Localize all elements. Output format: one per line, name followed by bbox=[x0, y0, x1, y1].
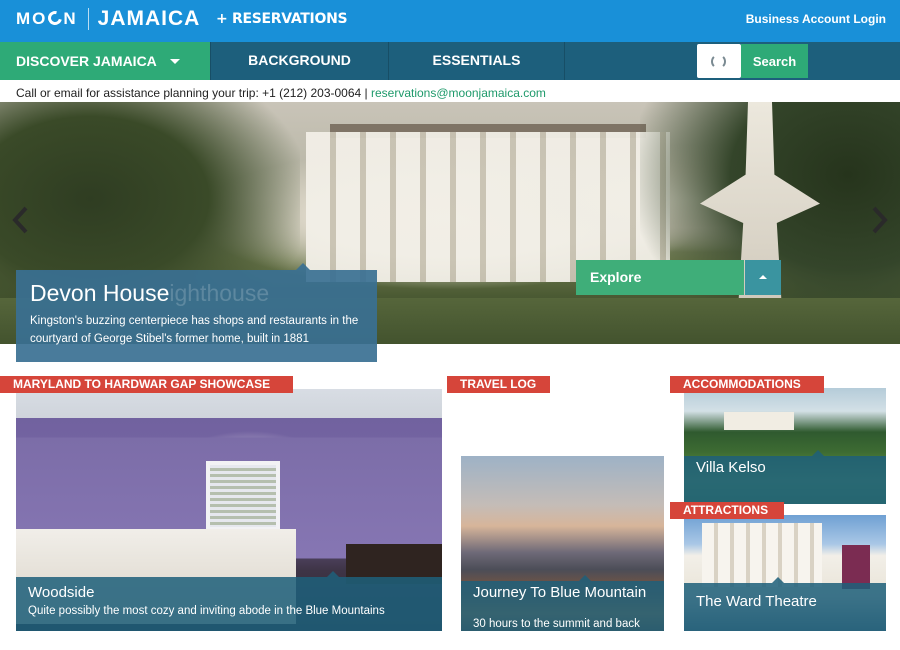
card-caption: Villa Kelso bbox=[684, 450, 886, 504]
tag-accommodations[interactable]: ACCOMMODATIONS bbox=[670, 376, 824, 393]
card-woodside[interactable]: Woodside Quite possibly the most cozy an… bbox=[16, 389, 442, 631]
refresh-button[interactable] bbox=[697, 44, 741, 78]
carousel-prev-button[interactable] bbox=[12, 206, 28, 234]
nav-background[interactable]: BACKGROUND bbox=[210, 42, 388, 80]
card-caption: Journey To Blue Mountain 30 hours to the… bbox=[461, 575, 664, 631]
card-image-theatre bbox=[702, 523, 822, 587]
card-image-window bbox=[206, 461, 280, 531]
contact-email-link[interactable]: reservations@moonjamaica.com bbox=[371, 86, 546, 100]
hero-title: Devon Houseighthouse bbox=[30, 280, 270, 306]
hero-ghost-title: ighthouse bbox=[169, 280, 270, 306]
caption-notch bbox=[327, 571, 339, 577]
hero-caption[interactable]: Devon Houseighthouse Kingston's buzzing … bbox=[16, 263, 377, 362]
card-title: Journey To Blue Mountain bbox=[473, 584, 647, 601]
card-subtitle: Quite possibly the most cozy and invitin… bbox=[28, 605, 385, 617]
card-caption: Woodside Quite possibly the most cozy an… bbox=[16, 571, 442, 631]
nav-essentials[interactable]: ESSENTIALS bbox=[388, 42, 565, 80]
main-nav: DISCOVER JAMAICA BACKGROUND ESSENTIALS S… bbox=[0, 42, 900, 80]
explore-button[interactable]: Explore bbox=[576, 260, 744, 295]
hero-description: Kingston's buzzing centerpiece has shops… bbox=[30, 315, 359, 345]
business-login-link[interactable]: Business Account Login bbox=[746, 12, 886, 26]
card-subtitle: 30 hours to the summit and back bbox=[473, 618, 640, 630]
moon-jamaica-logo[interactable]: MO N JAMAICA bbox=[16, 7, 200, 31]
tag-attractions[interactable]: ATTRACTIONS bbox=[670, 502, 784, 519]
refresh-icon bbox=[711, 54, 726, 69]
chevron-left-icon bbox=[12, 206, 28, 234]
caption-notch bbox=[296, 263, 310, 270]
nav-discover-jamaica[interactable]: DISCOVER JAMAICA bbox=[0, 42, 210, 80]
search-button[interactable]: Search bbox=[741, 44, 808, 78]
explore-toggle-button[interactable] bbox=[745, 260, 781, 295]
carousel-next-button[interactable] bbox=[872, 206, 888, 234]
reservations-link[interactable]: + RESERVATIONS bbox=[216, 11, 348, 27]
card-journey-blue-mountain[interactable]: Journey To Blue Mountain 30 hours to the… bbox=[461, 456, 664, 631]
contact-text: Call or email for assistance planning yo… bbox=[16, 86, 371, 100]
top-bar: MO N JAMAICA + RESERVATIONS Business Acco… bbox=[0, 0, 900, 42]
tag-travel-log[interactable]: TRAVEL LOG bbox=[447, 376, 550, 393]
logo-jamaica-text: JAMAICA bbox=[97, 7, 201, 30]
tag-showcase[interactable]: MARYLAND TO HARDWAR GAP SHOWCASE bbox=[0, 376, 293, 393]
chevron-up-icon bbox=[759, 275, 767, 279]
card-title: Villa Kelso bbox=[696, 459, 766, 476]
nav-discover-label: DISCOVER JAMAICA bbox=[16, 53, 157, 69]
caption-notch bbox=[772, 577, 784, 583]
logo-divider bbox=[87, 8, 89, 30]
caption-notch bbox=[579, 575, 591, 581]
caption-notch bbox=[812, 450, 824, 456]
contact-strip: Call or email for assistance planning yo… bbox=[16, 86, 546, 100]
card-title: The Ward Theatre bbox=[696, 593, 817, 610]
logo-moon-text: MO N bbox=[16, 8, 78, 28]
card-ward-theatre[interactable]: The Ward Theatre bbox=[684, 515, 886, 631]
chevron-down-icon bbox=[170, 59, 180, 64]
card-caption: The Ward Theatre bbox=[684, 577, 886, 631]
card-image-villa bbox=[724, 412, 794, 430]
card-title: Woodside bbox=[28, 584, 95, 601]
chevron-right-icon bbox=[872, 206, 888, 234]
card-villa-kelso[interactable]: Villa Kelso bbox=[684, 388, 886, 504]
